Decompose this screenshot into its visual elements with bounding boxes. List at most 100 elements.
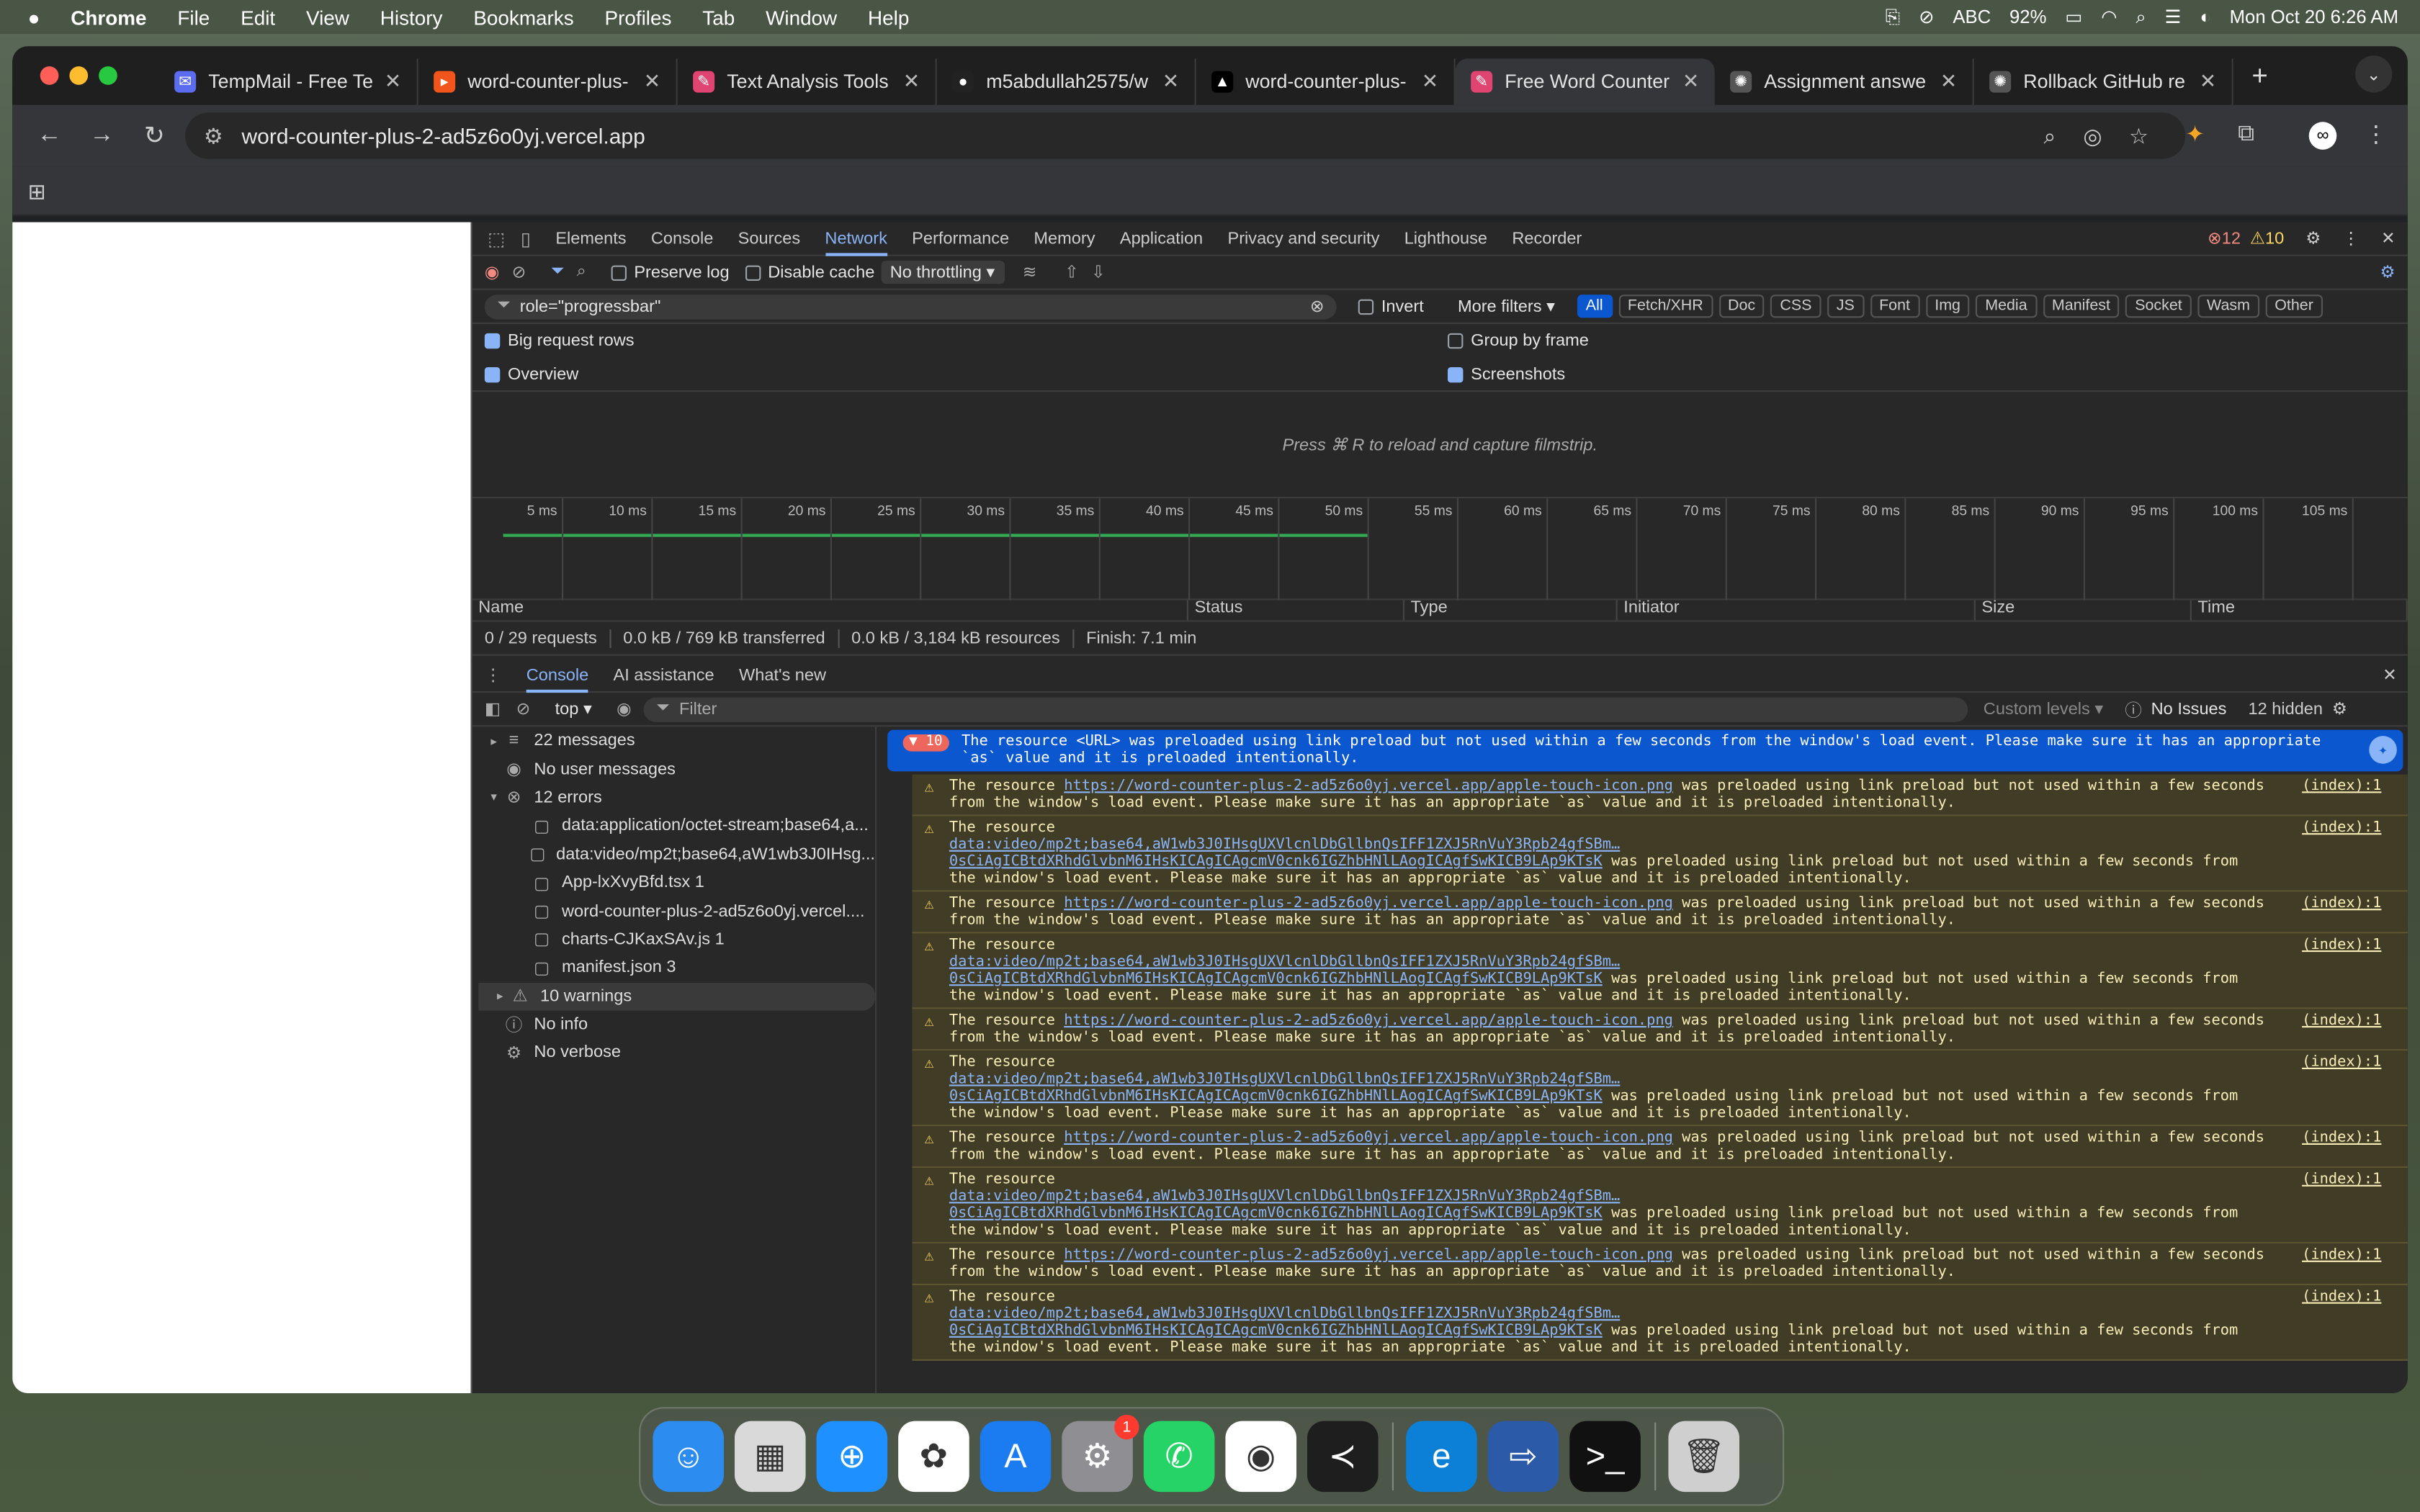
source-link[interactable]: (index):1 [2302, 819, 2381, 837]
devtools-tab-lighthouse[interactable]: Lighthouse [1404, 222, 1487, 256]
type-filter-wasm[interactable]: Wasm [2197, 294, 2259, 318]
screenshot-icon[interactable]: ⎘ [1886, 6, 1901, 29]
menu-bookmarks[interactable]: Bookmarks [473, 6, 573, 29]
zoom-window-button[interactable] [99, 66, 117, 85]
drawer-tab-what-s-new[interactable]: What's new [739, 658, 826, 692]
grouped-warning-message[interactable]: ▼ 10 The resource <URL> was preloaded us… [887, 729, 2403, 772]
resource-link[interactable]: data:video/mp2t;base64,aW1wb3J0IHsgUXVlc… [949, 1071, 1620, 1104]
console-warning-message[interactable]: ⚠ The resource https://word-counter-plus-… [912, 1243, 2408, 1285]
expand-arrow-icon[interactable]: ▾ [485, 791, 503, 804]
error-count-badge[interactable]: ⊗12 [2208, 228, 2241, 248]
console-warning-message[interactable]: ⚠ The resource https://word-counter-plus-… [912, 1009, 2408, 1051]
console-warning-message[interactable]: ⚠ The resource https://word-counter-plus-… [912, 774, 2408, 816]
drawer-menu-icon[interactable]: ⋮ [485, 665, 502, 685]
resource-link[interactable]: https://word-counter-plus-2-ad5z6o0yj.ve… [1064, 895, 1673, 912]
clear-icon[interactable]: ⊘ [512, 262, 526, 282]
browser-tab[interactable]: ● m5abdullah2575/w ✕ [937, 58, 1196, 105]
siri-icon[interactable]: ◐ [2200, 6, 2211, 28]
new-tab-button[interactable]: + [2251, 60, 2268, 92]
source-link[interactable]: (index):1 [2302, 1130, 2381, 1147]
devtools-tab-memory[interactable]: Memory [1034, 222, 1095, 256]
menu-help[interactable]: Help [868, 6, 909, 29]
expand-arrow-icon[interactable]: ▸ [485, 734, 503, 747]
live-expression-eye-icon[interactable]: ◉ [617, 699, 632, 719]
screenshots-checkbox[interactable]: Screenshots [1447, 365, 1565, 384]
back-icon[interactable]: ← [34, 122, 65, 150]
devtools-menu-icon[interactable]: ⋮ [2342, 228, 2360, 248]
tracking-protection-icon[interactable]: ◎ [2083, 122, 2102, 148]
network-overview-timeline[interactable]: 5 ms 10 ms 15 ms 20 ms 25 ms 30 ms 35 ms 40 ms 4… [472, 498, 2408, 600]
console-filter-input[interactable]: ⏷ Filter [643, 696, 1968, 721]
apps-grid-icon[interactable]: ⊞ [28, 179, 46, 205]
extension-icon[interactable]: ✦ [2185, 120, 2205, 148]
console-sidebar-item[interactable]: ▢ data:application/octet-stream;base64,a.… [472, 812, 875, 840]
source-link[interactable]: (index):1 [2302, 1012, 2381, 1030]
wifi-icon[interactable]: ◠ [2101, 6, 2117, 28]
close-tab-icon[interactable]: ✕ [1422, 69, 1438, 94]
extensions-puzzle-icon[interactable]: ⧉ [2238, 120, 2254, 146]
reload-icon[interactable]: ↻ [139, 120, 170, 151]
source-link[interactable]: (index):1 [2302, 895, 2381, 912]
system-settings-icon[interactable]: ⚙ 1 [1062, 1414, 1139, 1493]
console-sidebar-item[interactable]: ▢ word-counter-plus-2-ad5z6o0yj.vercel...… [472, 897, 875, 925]
browser-tab[interactable]: ▲ word-counter-plus- ✕ [1196, 58, 1456, 105]
devtools-tab-elements[interactable]: Elements [555, 222, 626, 256]
record-icon[interactable]: ◉ [485, 262, 500, 282]
resource-link[interactable]: data:video/mp2t;base64,aW1wb3J0IHsgUXVlc… [949, 1305, 1620, 1339]
close-tab-icon[interactable]: ✕ [385, 69, 401, 94]
search-icon[interactable]: ⌕ [577, 262, 586, 282]
browser-tab[interactable]: ✎ Free Word Counter ✕ [1455, 58, 1715, 105]
zoom-icon[interactable]: ⌕ [2043, 122, 2056, 148]
source-link[interactable]: (index):1 [2302, 1054, 2381, 1071]
network-conditions-icon[interactable]: ≋ [1023, 262, 1037, 282]
console-sidebar-item[interactable]: ◉ No user messages [472, 755, 875, 783]
console-sidebar-item[interactable]: ▢ data:video/mp2t;base64,aW1wb3J0IHsg... [472, 840, 875, 868]
browser-tab[interactable]: ✺ Rollback GitHub re ✕ [1974, 58, 2233, 105]
close-drawer-icon[interactable]: ✕ [2383, 665, 2397, 685]
console-sidebar-item[interactable]: ▸ ⚠ 10 warnings [478, 981, 875, 1011]
console-sidebar-item[interactable]: ▾ ⊗ 12 errors [472, 783, 875, 811]
preserve-log-checkbox[interactable]: Preserve log [611, 263, 730, 282]
resource-link[interactable]: data:video/mp2t;base64,aW1wb3J0IHsgUXVlc… [949, 836, 1620, 870]
source-link[interactable]: (index):1 [2302, 778, 2381, 795]
console-warning-message[interactable]: ⚠ The resource data:video/mp2t;base64,aW1… [912, 933, 2408, 1009]
ai-explain-icon[interactable]: ✦ [2369, 736, 2397, 764]
devtools-tab-sources[interactable]: Sources [738, 222, 800, 256]
photos-icon[interactable]: ✿ [898, 1421, 969, 1493]
input-source-indicator[interactable]: ABC [1953, 6, 1991, 28]
devtools-tab-recorder[interactable]: Recorder [1512, 222, 1582, 256]
migration-icon[interactable]: ⇨ [1487, 1421, 1559, 1493]
more-filters-dropdown[interactable]: More filters ▾ [1458, 296, 1555, 317]
context-select[interactable]: top ▾ [555, 699, 592, 719]
browser-tab[interactable]: ✎ Text Analysis Tools ✕ [678, 58, 937, 105]
type-filter-js[interactable]: JS [1827, 294, 1864, 318]
network-filter-input[interactable]: ⏷ role="progressbar" ⊗ [484, 294, 1337, 319]
disable-cache-checkbox[interactable]: Disable cache [745, 263, 874, 282]
close-tab-icon[interactable]: ✕ [2200, 69, 2216, 94]
safari-icon[interactable]: ⊕ [816, 1421, 888, 1493]
clear-filter-icon[interactable]: ⊗ [1310, 296, 1325, 317]
type-filter-all[interactable]: All [1576, 294, 1613, 318]
column-header-size[interactable]: Size [1976, 600, 2192, 621]
apple-menu-icon[interactable]: ● [28, 6, 40, 29]
network-filter-value[interactable]: role="progressbar" [520, 297, 1310, 316]
battery-percent[interactable]: 92% [2009, 6, 2046, 28]
issues-indicator[interactable]: No Issues [2151, 700, 2227, 719]
console-warning-message[interactable]: ⚠ The resource https://word-counter-plus-… [912, 891, 2408, 934]
throttling-select[interactable]: No throttling ▾ [880, 261, 1005, 284]
address-text[interactable]: word-counter-plus-2-ad5z6o0yj.vercel.app [241, 123, 645, 148]
minimize-window-button[interactable] [69, 66, 89, 85]
profile-avatar[interactable]: ∞ [2308, 122, 2337, 150]
big-request-rows-checkbox[interactable]: Big request rows [484, 332, 635, 350]
clock[interactable]: Mon Oct 20 6:26 AM [2230, 6, 2398, 28]
console-sidebar-item[interactable]: ▢ App-lxXvyBfd.tsx 1 [472, 868, 875, 896]
console-warning-message[interactable]: ⚠ The resource data:video/mp2t;base64,aW1… [912, 1168, 2408, 1244]
console-warning-message[interactable]: ⚠ The resource data:video/mp2t;base64,aW1… [912, 1050, 2408, 1127]
inspect-element-icon[interactable]: ⬚ [488, 228, 505, 249]
site-info-icon[interactable]: ⚙ [204, 122, 223, 148]
console-warning-message[interactable]: ⚠ The resource data:video/mp2t;base64,aW1… [912, 816, 2408, 892]
type-filter-other[interactable]: Other [2265, 294, 2323, 318]
sidebar-toggle-icon[interactable]: ◧ [485, 699, 501, 719]
terminal-icon[interactable]: >_ [1569, 1421, 1641, 1493]
devtools-tab-network[interactable]: Network [825, 222, 887, 256]
